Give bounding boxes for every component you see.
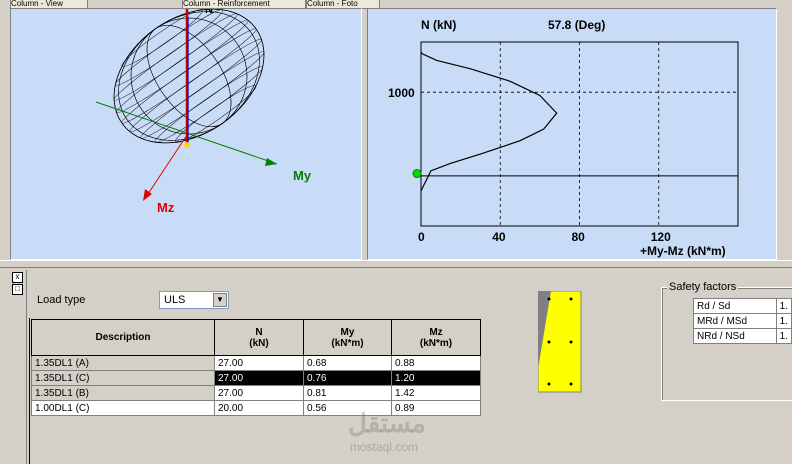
load-point xyxy=(412,169,422,179)
chart-xlabel: +My-Mz (kN*m) xyxy=(640,244,726,258)
load-type-value: ULS xyxy=(164,294,186,306)
row-description: 1.35DL1 (C) xyxy=(31,370,215,386)
row-description: 1.35DL1 (B) xyxy=(31,385,215,401)
chevron-down-icon[interactable]: ▼ xyxy=(213,293,227,307)
axis-n-label: N xyxy=(205,9,213,16)
x-tick-label: 80 xyxy=(572,230,586,244)
x-tick-label: 120 xyxy=(651,230,671,244)
table-frame-left xyxy=(29,318,30,464)
axis-my-arrow xyxy=(265,158,277,166)
load-type-select[interactable]: ULS ▼ xyxy=(159,291,229,309)
row-n[interactable]: 27.00 xyxy=(214,385,304,401)
watermark-arabic: مستقل xyxy=(348,408,426,438)
header-mz[interactable]: Mz (kN*m) xyxy=(391,319,481,356)
sf-value: 1. xyxy=(775,298,792,314)
watermark-latin: mostaql.com xyxy=(350,440,419,454)
chart-angle-label: 57.8 (Deg) xyxy=(548,18,605,32)
splitter[interactable] xyxy=(0,260,792,268)
row-description: 1.35DL1 (A) xyxy=(31,355,215,371)
table-row: MRd / MSd 1. xyxy=(693,313,792,329)
pin-icon[interactable]: x xyxy=(12,272,23,283)
table-row[interactable]: 1.35DL1 (B) 27.00 0.81 1.42 xyxy=(31,385,481,401)
safety-factors-table: Rd / Sd 1. MRd / MSd 1. NRd / NSd 1. xyxy=(693,298,792,344)
axis-mz-line xyxy=(145,134,188,198)
row-description: 1.00DL1 (C) xyxy=(31,400,215,416)
row-n[interactable]: 27.00 xyxy=(214,370,304,386)
interaction-surface-3d: My Mz N xyxy=(95,9,312,215)
view-3d-panel[interactable]: My Mz N xyxy=(10,8,362,260)
axis-my-label: My xyxy=(293,168,312,183)
sf-value: 1. xyxy=(775,328,792,344)
restore-icon[interactable]: □ xyxy=(12,284,23,295)
row-n[interactable]: 20.00 xyxy=(214,400,304,416)
load-type-label: Load type xyxy=(37,294,86,306)
table-row-selected[interactable]: 1.35DL1 (C) 27.00 0.76 1.20 xyxy=(31,370,481,386)
sf-label: Rd / Sd xyxy=(693,298,777,314)
sf-label: MRd / MSd xyxy=(693,313,777,329)
y-tick-label: 1000 xyxy=(388,86,415,100)
header-n[interactable]: N (kN) xyxy=(214,319,304,356)
interaction-chart-panel[interactable]: N (kN) 57.8 (Deg) +My-Mz (kN*m) 0 40 80 120… xyxy=(367,8,777,260)
interaction-curve xyxy=(420,51,558,192)
row-my[interactable]: 0.68 xyxy=(303,355,392,371)
row-n[interactable]: 27.00 xyxy=(214,355,304,371)
sf-value: 1. xyxy=(775,313,792,329)
row-mz[interactable]: 0.88 xyxy=(391,355,481,371)
table-row: Rd / Sd 1. xyxy=(693,298,792,314)
row-my[interactable]: 0.81 xyxy=(303,385,392,401)
safety-factors-title: Safety factors xyxy=(667,281,739,293)
x-tick-label: 0 xyxy=(418,230,425,244)
table-row[interactable]: 1.35DL1 (A) 27.00 0.68 0.88 xyxy=(31,355,481,371)
interaction-chart: N (kN) 57.8 (Deg) +My-Mz (kN*m) 0 40 80 120… xyxy=(388,18,739,258)
sf-label: NRd / NSd xyxy=(693,328,777,344)
chart-ylabel: N (kN) xyxy=(421,18,456,32)
header-my[interactable]: My (kN*m) xyxy=(303,319,392,356)
row-mz[interactable]: 1.42 xyxy=(391,385,481,401)
loads-table: Description N (kN) My (kN*m) Mz (kN*m) 1.35… xyxy=(31,319,481,416)
row-my[interactable]: 0.76 xyxy=(303,370,392,386)
load-point-marker xyxy=(184,142,190,148)
table-row: NRd / NSd 1. xyxy=(693,328,792,344)
row-mz[interactable]: 1.20 xyxy=(391,370,481,386)
bottom-panel-border xyxy=(26,270,27,464)
axis-mz-label: Mz xyxy=(157,200,175,215)
section-stress-diagram xyxy=(537,290,582,393)
header-description[interactable]: Description xyxy=(31,319,215,356)
x-tick-label: 40 xyxy=(492,230,506,244)
